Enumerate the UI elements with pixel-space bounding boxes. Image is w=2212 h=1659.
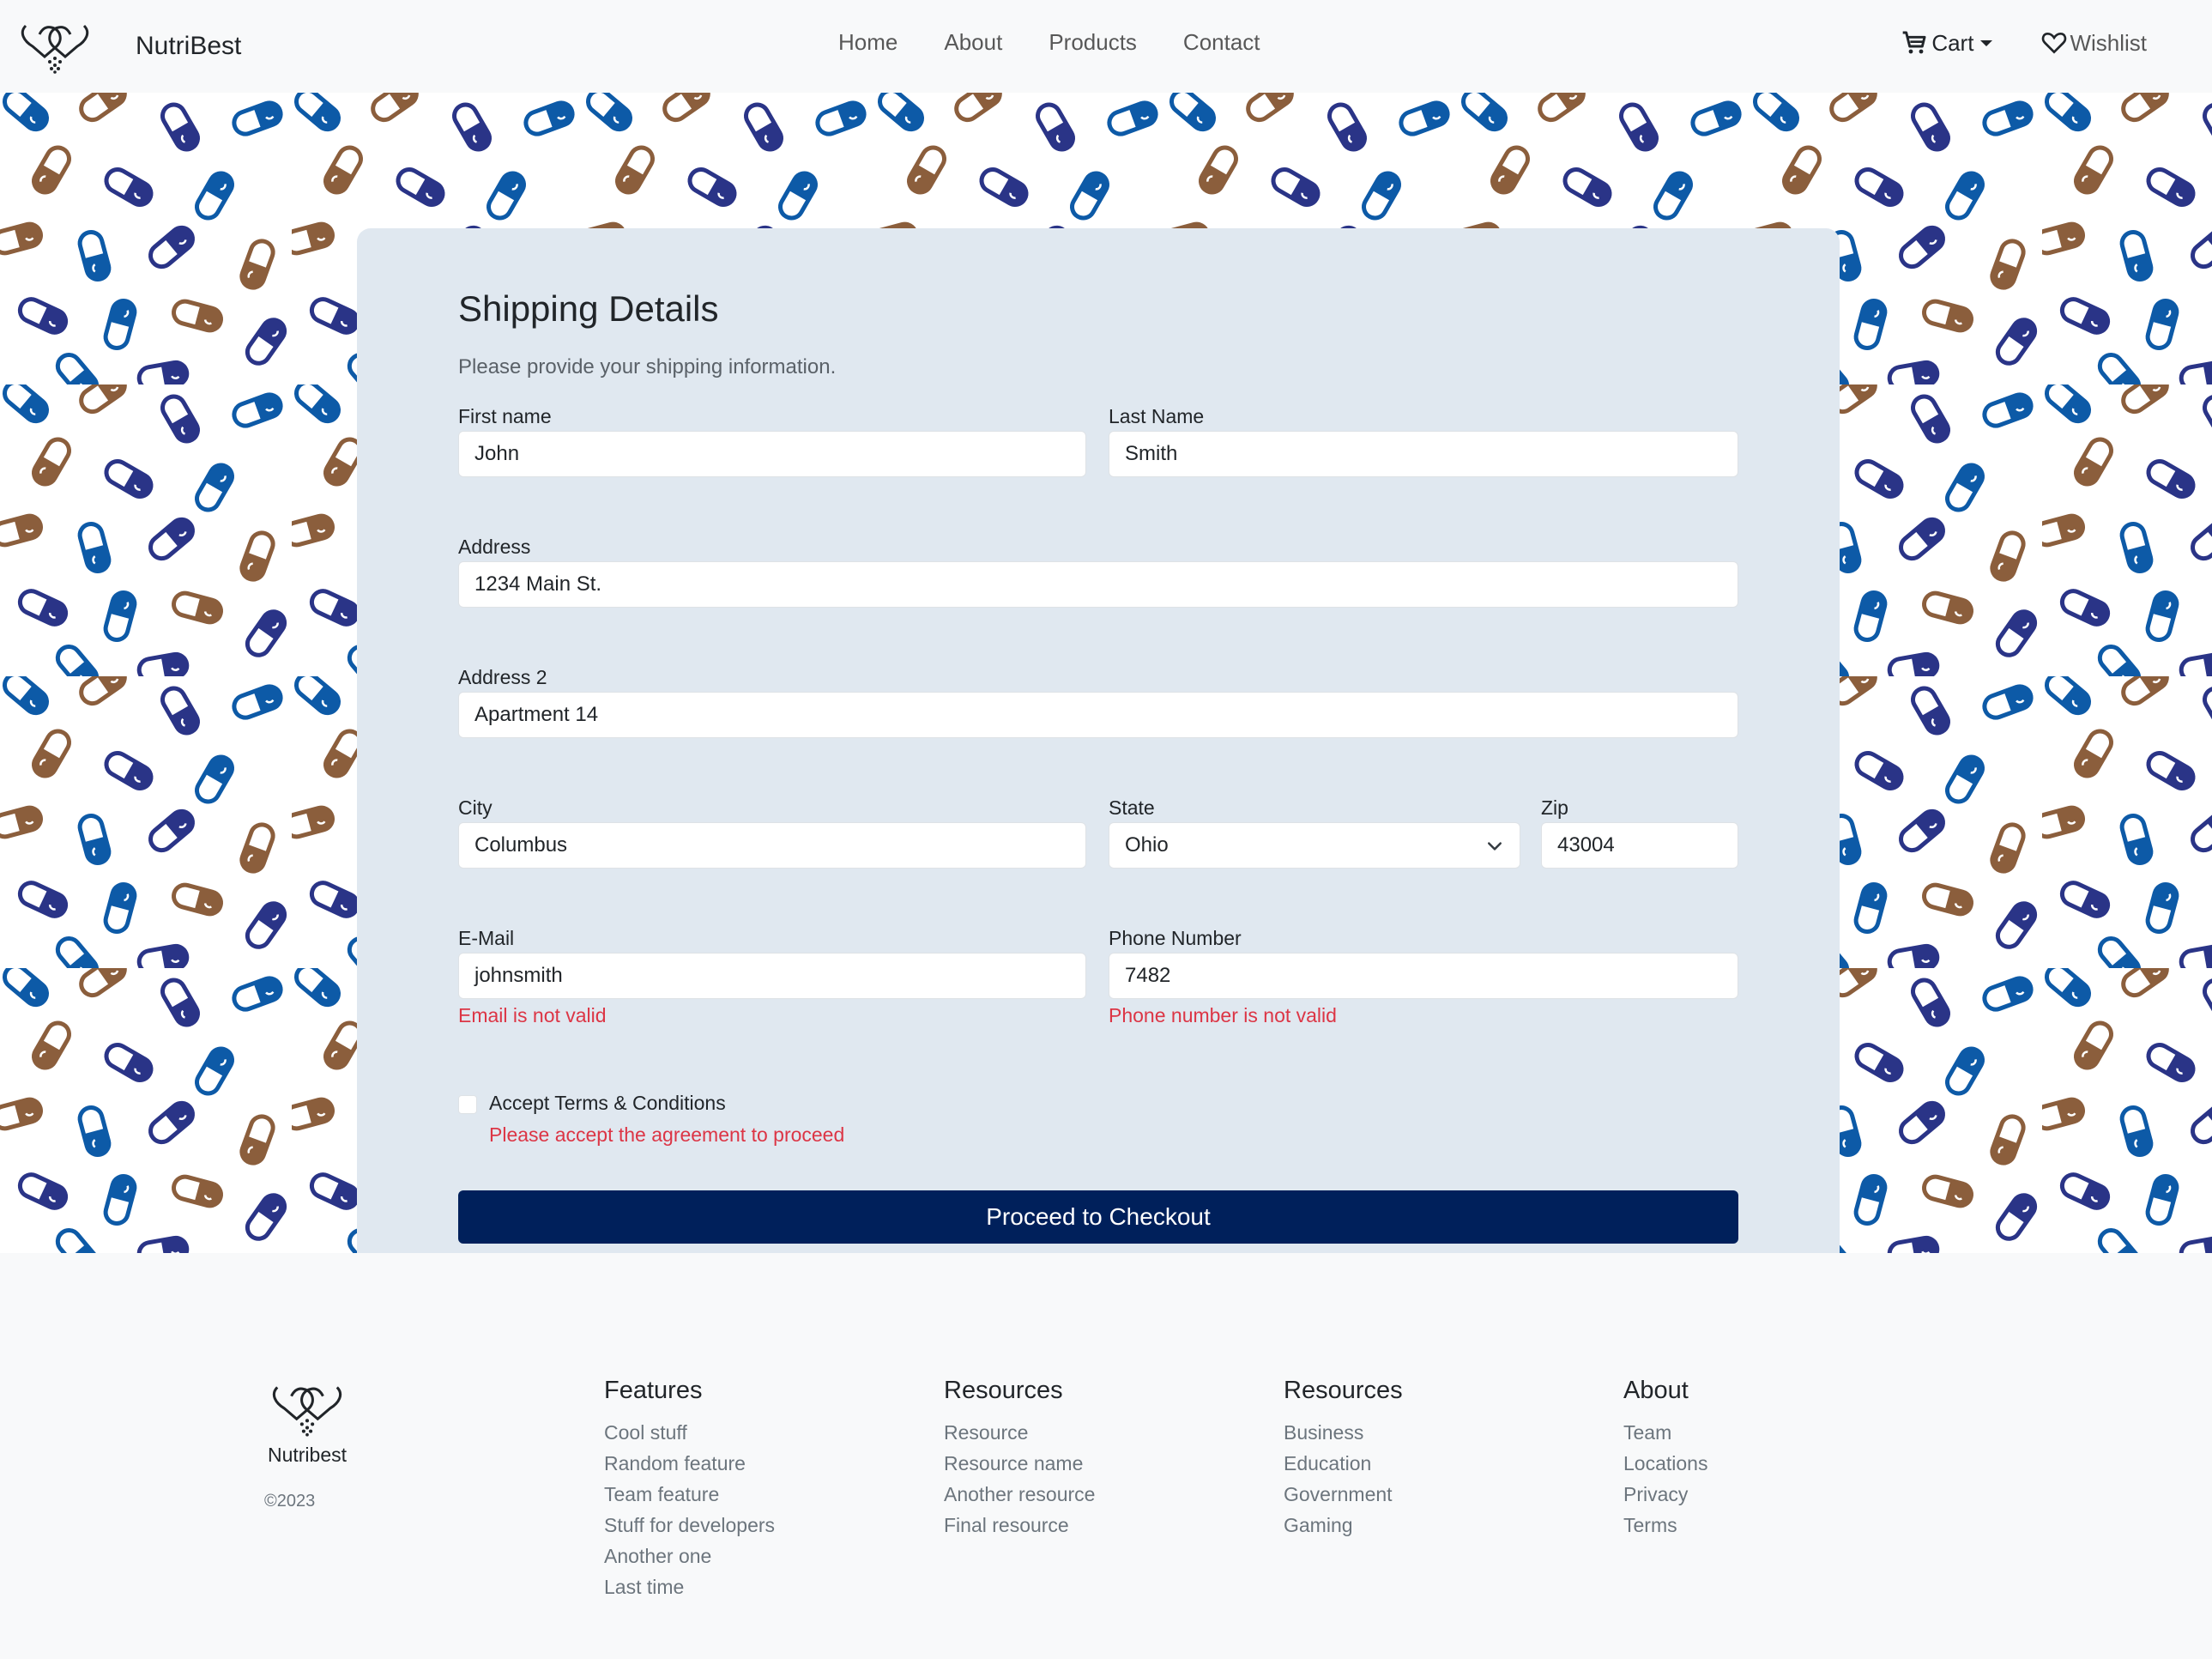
footer-link[interactable]: Last time [604, 1571, 775, 1602]
footer-link[interactable]: Final resource [944, 1510, 1095, 1541]
last-name-label: Last Name [1109, 405, 1205, 427]
footer-link[interactable]: Business [1284, 1417, 1403, 1448]
caret-down-icon [1980, 39, 1993, 46]
phone-error: Phone number is not valid [1109, 1004, 1337, 1026]
footer-link[interactable]: Locations [1623, 1448, 1707, 1479]
state-selected-value: Ohio [1125, 833, 1169, 857]
navbar: NutriBest Home About Products Contact Ca… [0, 0, 2212, 93]
wishlist-link[interactable]: Wishlist [2040, 29, 2147, 57]
footer-link[interactable]: Another one [604, 1541, 775, 1571]
footer-copyright: ©2023 [264, 1492, 316, 1511]
phone-label: Phone Number [1109, 927, 1242, 949]
nav-contact[interactable]: Contact [1183, 29, 1260, 56]
cart-dropdown[interactable]: Cart [1901, 29, 1993, 57]
state-select[interactable]: Ohio [1109, 822, 1520, 869]
footer-link[interactable]: Gaming [1284, 1510, 1403, 1541]
address-field: Address 1234 Main St. [458, 536, 1738, 608]
brand-logo-icon [21, 24, 89, 74]
terms-row: Accept Terms & Conditions Please accept … [458, 1092, 844, 1147]
first-name-input[interactable]: John [458, 431, 1086, 477]
shipping-form-card: Shipping Details Please provide your shi… [357, 228, 1840, 1253]
phone-field: Phone Number 7482 Phone number is not va… [1109, 927, 1738, 1027]
footer-col-resources-2: Resources Business Education Government … [1284, 1377, 1403, 1541]
phone-input[interactable]: 7482 [1109, 953, 1738, 999]
footer-col-resources-1: Resources Resource Resource name Another… [944, 1377, 1095, 1541]
address2-label: Address 2 [458, 666, 547, 688]
city-label: City [458, 796, 493, 819]
footer-col-title: Resources [1284, 1377, 1403, 1404]
address-input[interactable]: 1234 Main St. [458, 561, 1738, 608]
chevron-down-icon [1488, 842, 1502, 851]
footer-link[interactable]: Cool stuff [604, 1417, 775, 1448]
proceed-to-checkout-button[interactable]: Proceed to Checkout [458, 1190, 1738, 1244]
wishlist-label: Wishlist [2070, 29, 2147, 56]
terms-label[interactable]: Accept Terms & Conditions [489, 1092, 844, 1115]
email-error: Email is not valid [458, 1004, 607, 1026]
heart-icon [2042, 32, 2067, 54]
address2-field: Address 2 Apartment 14 [458, 666, 1738, 738]
first-name-label: First name [458, 405, 552, 427]
footer-brand-name: Nutribest [267, 1444, 348, 1466]
footer-link[interactable]: Education [1284, 1448, 1403, 1479]
first-name-field: First name John [458, 405, 1086, 477]
last-name-field: Last Name Smith [1109, 405, 1738, 477]
footer-link[interactable]: Team [1623, 1417, 1707, 1448]
footer-col-about: About Team Locations Privacy Terms [1623, 1377, 1707, 1541]
email-label: E-Mail [458, 927, 515, 949]
nav-links: Home About Products Contact [838, 29, 1307, 56]
footer-link[interactable]: Resource [944, 1417, 1095, 1448]
footer-col-title: About [1623, 1377, 1689, 1404]
footer-link[interactable]: Terms [1623, 1510, 1707, 1541]
brand-name: NutriBest [136, 32, 242, 60]
footer-col-title: Resources [944, 1377, 1063, 1404]
cart-icon [1902, 31, 1926, 54]
nav-products[interactable]: Products [1049, 29, 1137, 56]
city-input[interactable]: Columbus [458, 822, 1086, 869]
terms-checkbox[interactable] [458, 1095, 477, 1114]
email-field: E-Mail johnsmith Email is not valid [458, 927, 1086, 1027]
form-title: Shipping Details [458, 288, 719, 329]
address-label: Address [458, 536, 531, 558]
footer-link[interactable]: Government [1284, 1479, 1403, 1510]
footer: Nutribest ©2023 Features Cool stuff Rand… [0, 1253, 2212, 1659]
footer-logo-icon [272, 1386, 342, 1437]
last-name-input[interactable]: Smith [1109, 431, 1738, 477]
footer-link[interactable]: Random feature [604, 1448, 775, 1479]
address2-input[interactable]: Apartment 14 [458, 692, 1738, 738]
cart-label: Cart [1931, 29, 1974, 56]
zip-label: Zip [1541, 796, 1568, 819]
form-subtitle: Please provide your shipping information… [458, 355, 837, 378]
footer-link[interactable]: Team feature [604, 1479, 775, 1510]
footer-link[interactable]: Another resource [944, 1479, 1095, 1510]
footer-link[interactable]: Privacy [1623, 1479, 1707, 1510]
footer-link[interactable]: Stuff for developers [604, 1510, 775, 1541]
nav-about[interactable]: About [944, 29, 1002, 56]
zip-input[interactable]: 43004 [1541, 822, 1738, 869]
brand[interactable]: NutriBest [19, 19, 241, 74]
terms-text: Accept Terms & Conditions Please accept … [489, 1092, 844, 1147]
footer-col-features: Features Cool stuff Random feature Team … [604, 1377, 775, 1602]
footer-col-title: Features [604, 1377, 703, 1404]
nav-right: Cart Wishlist [1901, 29, 2147, 57]
city-field: City Columbus [458, 796, 1086, 869]
footer-brand[interactable]: Nutribest [264, 1380, 350, 1467]
hero-section: Shipping Details Please provide your shi… [0, 93, 2212, 1253]
footer-link[interactable]: Resource name [944, 1448, 1095, 1479]
nav-home[interactable]: Home [838, 29, 897, 56]
zip-field: Zip 43004 [1541, 796, 1738, 869]
terms-error: Please accept the agreement to proceed [489, 1123, 845, 1146]
state-field: State Ohio [1109, 796, 1520, 869]
email-input[interactable]: johnsmith [458, 953, 1086, 999]
state-label: State [1109, 796, 1155, 819]
